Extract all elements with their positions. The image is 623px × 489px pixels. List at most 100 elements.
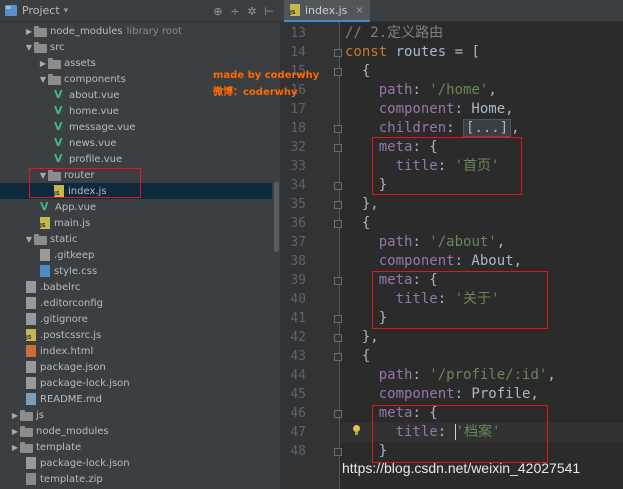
tree-item-postcssrc-js[interactable]: .postcssrc.js — [0, 327, 272, 343]
tree-item-index-html[interactable]: index.html — [0, 343, 272, 359]
library-root-label: library root — [126, 25, 183, 37]
folder-icon — [48, 73, 61, 85]
folder-icon — [48, 57, 61, 69]
tree-item-template[interactable]: ▶ template — [0, 439, 272, 455]
tree-item-index-js[interactable]: index.js — [0, 183, 272, 199]
code-token: , — [488, 82, 497, 98]
code-token: : { — [412, 405, 438, 421]
code-token: , — [496, 234, 506, 250]
vue-file-icon: V — [54, 88, 63, 101]
line-number: 39 — [290, 273, 306, 288]
folder-icon — [34, 233, 47, 245]
folded-code-placeholder[interactable]: [...] — [463, 119, 512, 137]
chevron-down-icon[interactable]: ▼ — [24, 235, 34, 244]
tree-item-label: index.html — [40, 345, 94, 357]
tree-item-label: package-lock.json — [40, 457, 130, 469]
tree-item-label: router — [64, 169, 95, 181]
tree-item-home-vue[interactable]: Vhome.vue — [0, 103, 272, 119]
tab-index-js[interactable]: index.js × — [284, 0, 370, 22]
line-number: 33 — [290, 159, 306, 174]
folder-icon — [20, 441, 33, 453]
code-token: title — [345, 291, 438, 307]
line-number: 44 — [290, 368, 306, 383]
lightbulb-icon[interactable] — [352, 425, 361, 436]
chevron-down-icon[interactable]: ▼ — [38, 171, 48, 180]
scroll-from-source-icon[interactable]: ⊕ — [213, 5, 223, 18]
tree-item-js[interactable]: ▶ js — [0, 407, 272, 423]
tree-item-gitkeep[interactable]: .gitkeep — [0, 247, 272, 263]
tree-item-node-modules[interactable]: ▶ node_modules — [0, 423, 272, 439]
tree-item-main-js[interactable]: main.js — [0, 215, 272, 231]
chevron-right-icon[interactable]: ▶ — [38, 59, 48, 68]
code-token: { — [345, 348, 371, 364]
gear-icon[interactable]: ✲ — [247, 5, 257, 18]
tree-item-label: template — [36, 441, 82, 453]
code-line: const routes = [ — [345, 43, 480, 62]
code-token: : Profile, — [454, 386, 539, 402]
tree-item-package-json[interactable]: package.json — [0, 359, 272, 375]
collapse-all-icon[interactable]: ÷ — [230, 5, 240, 18]
code-token: '/home' — [429, 82, 489, 98]
chevron-down-icon[interactable]: ▼ — [24, 43, 34, 52]
tree-item-babelrc[interactable]: .babelrc — [0, 279, 272, 295]
tree-item-router[interactable]: ▼ router — [0, 167, 272, 183]
code-line: title: '首页' — [345, 157, 500, 176]
tree-item-label: js — [36, 409, 44, 421]
tree-item-readme-md[interactable]: README.md — [0, 391, 272, 407]
tree-item-editorconfig[interactable]: .editorconfig — [0, 295, 272, 311]
tree-item-label: README.md — [40, 393, 103, 405]
tree-item-label: package.json — [40, 361, 106, 373]
folder-icon — [34, 41, 47, 53]
tree-item-package-lock-json[interactable]: package-lock.json — [0, 375, 272, 391]
close-icon[interactable]: × — [355, 5, 363, 16]
code-token: title — [345, 158, 438, 174]
js-file-icon — [26, 329, 36, 341]
tree-item-news-vue[interactable]: Vnews.vue — [0, 135, 272, 151]
code-line: } — [345, 442, 387, 461]
tree-item-node-modules[interactable]: ▶ node_modules library root — [0, 23, 272, 39]
tree-item-src[interactable]: ▼ src — [0, 39, 272, 55]
chevron-right-icon[interactable]: ▶ — [24, 27, 34, 36]
chevron-down-icon[interactable]: ▾ — [64, 6, 69, 16]
code-token: : About, — [454, 253, 523, 269]
tree-item-static[interactable]: ▼ static — [0, 231, 272, 247]
code-line: title: '关于' — [345, 290, 500, 309]
tree-item-label: node_modules — [36, 425, 109, 437]
code-token: : { — [412, 139, 438, 155]
code-token: '关于' — [454, 291, 500, 307]
code-token: }, — [345, 196, 379, 212]
code-token: }, — [345, 329, 379, 345]
tree-item-template-zip[interactable]: template.zip — [0, 471, 272, 487]
code-line: } — [345, 309, 387, 328]
project-toolbar: ⊕ ÷ ✲ ⊢ — [213, 0, 274, 22]
tree-item-assets[interactable]: ▶ assets — [0, 55, 272, 71]
chevron-right-icon[interactable]: ▶ — [10, 443, 20, 452]
code-line: component: Home, — [345, 100, 514, 119]
code-token: : — [412, 82, 430, 98]
project-panel-header: Project ▾ ⊕ ÷ ✲ ⊢ — [0, 0, 280, 22]
hide-panel-icon[interactable]: ⊢ — [264, 5, 274, 18]
tree-item-label: node_modules — [50, 25, 123, 37]
tree-item-gitignore[interactable]: .gitignore — [0, 311, 272, 327]
tree-item-label: components — [64, 73, 126, 85]
tree-item-profile-vue[interactable]: Vprofile.vue — [0, 151, 272, 167]
tree-item-style-css[interactable]: style.css — [0, 263, 272, 279]
tree-item-app-vue[interactable]: V App.vue — [0, 199, 272, 215]
code-token: meta — [345, 405, 413, 421]
tab-label: index.js — [305, 3, 348, 17]
vue-file-icon: V — [40, 200, 49, 213]
code-area[interactable]: // 2.定义路由 const routes = [ { path: '/home… — [341, 22, 623, 489]
tree-item-package-lock-json[interactable]: package-lock.json — [0, 455, 272, 471]
chevron-right-icon[interactable]: ▶ — [10, 427, 20, 436]
project-panel-title[interactable]: Project — [22, 4, 60, 17]
chevron-right-icon[interactable]: ▶ — [10, 411, 20, 420]
code-token: } — [345, 177, 388, 193]
folder-icon — [48, 169, 61, 181]
project-scrollbar-thumb[interactable] — [274, 182, 279, 252]
code-token: meta — [345, 272, 413, 288]
chevron-down-icon[interactable]: ▼ — [38, 75, 48, 84]
code-token: , — [511, 120, 520, 136]
tree-item-message-vue[interactable]: Vmessage.vue — [0, 119, 272, 135]
line-number: 35 — [290, 197, 306, 212]
line-number: 32 — [290, 140, 306, 155]
